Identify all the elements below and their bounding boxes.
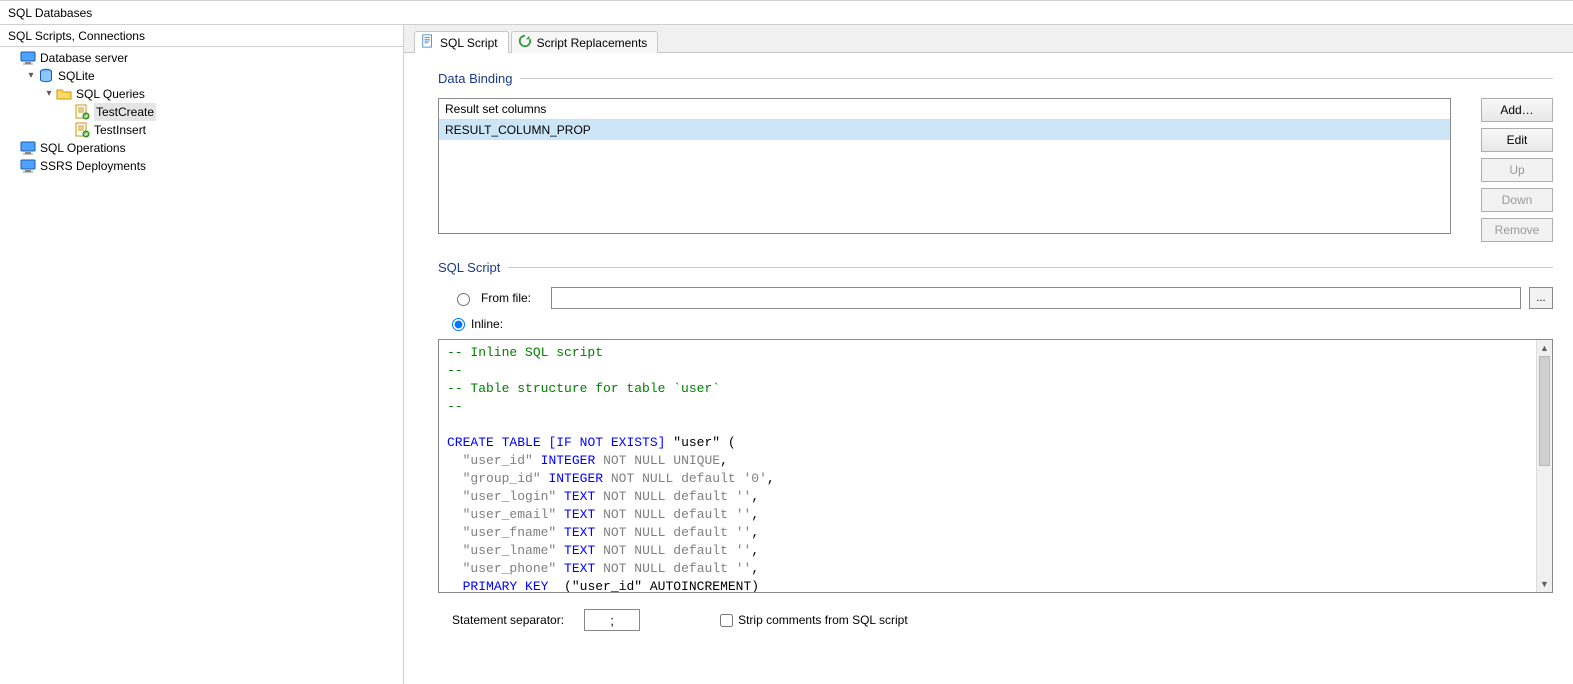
db-icon [38, 68, 54, 84]
tree-item-label: SQLite [58, 67, 95, 85]
tree[interactable]: ▸Database server▾SQLite▾SQL Queries▸Test… [0, 47, 403, 684]
from-file-label: From file: [481, 291, 543, 305]
strip-comments-label: Strip comments from SQL script [738, 613, 908, 627]
down-button[interactable]: Down [1481, 188, 1553, 212]
scroll-thumb[interactable] [1539, 356, 1550, 466]
script-icon [74, 122, 90, 138]
data-binding-group: Data Binding Result set columns RESULT_C… [438, 71, 1553, 242]
divider [508, 267, 1553, 268]
result-column-item[interactable]: RESULT_COLUMN_PROP [439, 120, 1450, 140]
scroll-down-icon[interactable]: ▼ [1537, 576, 1552, 592]
tab-screpl[interactable]: Script Replacements [511, 31, 659, 53]
document-icon [421, 34, 435, 51]
editor-scrollbar[interactable]: ▲ ▼ [1536, 340, 1552, 592]
sql-editor[interactable]: -- Inline SQL script -- -- Table structu… [439, 340, 1536, 592]
left-panel: SQL Scripts, Connections ▸Database serve… [0, 25, 404, 684]
result-columns-buttons: Add… Edit Up Down Remove [1481, 98, 1553, 242]
window-title: SQL Databases [0, 1, 1573, 25]
inline-radio[interactable] [452, 318, 465, 331]
monitor-icon [20, 158, 36, 174]
from-file-radio[interactable] [457, 293, 470, 306]
refresh-icon [518, 34, 532, 51]
monitor-icon [20, 50, 36, 66]
edit-button[interactable]: Edit [1481, 128, 1553, 152]
data-binding-title: Data Binding [438, 71, 512, 86]
left-subtitle: SQL Scripts, Connections [0, 25, 403, 47]
body: SQL Scripts, Connections ▸Database serve… [0, 25, 1573, 684]
tab-label: Script Replacements [537, 36, 648, 50]
result-columns-list[interactable]: Result set columns RESULT_COLUMN_PROP [438, 98, 1451, 234]
chevron-down-icon[interactable]: ▾ [24, 67, 38, 85]
monitor-icon [20, 140, 36, 156]
sql-editor-wrap: -- Inline SQL script -- -- Table structu… [438, 339, 1553, 593]
statement-separator-label: Statement separator: [452, 613, 564, 627]
tree-item-ti[interactable]: ▸TestInsert [0, 121, 403, 139]
tree-item-label: SQL Operations [40, 139, 126, 157]
tree-item-label: SSRS Deployments [40, 157, 146, 175]
statement-separator-input[interactable] [584, 609, 640, 631]
divider [520, 78, 1553, 79]
tree-item-dbserver[interactable]: ▸Database server [0, 49, 403, 67]
remove-button[interactable]: Remove [1481, 218, 1553, 242]
right-panel: SQL Script Script Replacements Data Bindi… [404, 25, 1573, 684]
tree-item-sqlq[interactable]: ▾ SQL Queries [0, 85, 403, 103]
tree-item-tc[interactable]: ▸TestCreate [0, 103, 403, 121]
scroll-track[interactable] [1537, 466, 1552, 576]
script-icon [74, 104, 90, 120]
tab-label: SQL Script [440, 36, 498, 50]
sql-script-title: SQL Script [438, 260, 500, 275]
tree-item-label: TestInsert [94, 121, 146, 139]
tree-item-label: Database server [40, 49, 128, 67]
tree-item-label: TestCreate [94, 103, 156, 121]
tree-item-sqlite[interactable]: ▾ SQLite [0, 67, 403, 85]
app-root: SQL Databases SQL Scripts, Connections ▸… [0, 0, 1573, 684]
sql-script-group: SQL Script From file: ... Inline: [438, 260, 1553, 631]
folder-icon [56, 86, 72, 102]
tree-item-ssrs[interactable]: ▸SSRS Deployments [0, 157, 403, 175]
result-columns-header: Result set columns [439, 99, 1450, 120]
tree-item-label: SQL Queries [76, 85, 145, 103]
scroll-up-icon[interactable]: ▲ [1537, 340, 1552, 356]
chevron-down-icon[interactable]: ▾ [42, 85, 56, 103]
up-button[interactable]: Up [1481, 158, 1553, 182]
inline-label: Inline: [471, 317, 503, 331]
tab-sqlscript[interactable]: SQL Script [414, 31, 509, 53]
content-area: Data Binding Result set columns RESULT_C… [404, 53, 1573, 684]
from-file-input[interactable] [551, 287, 1521, 309]
strip-comments-checkbox[interactable] [720, 614, 733, 627]
tab-bar: SQL Script Script Replacements [404, 25, 1573, 53]
add-button[interactable]: Add… [1481, 98, 1553, 122]
browse-button[interactable]: ... [1529, 287, 1553, 309]
tree-item-sqlops[interactable]: ▸SQL Operations [0, 139, 403, 157]
